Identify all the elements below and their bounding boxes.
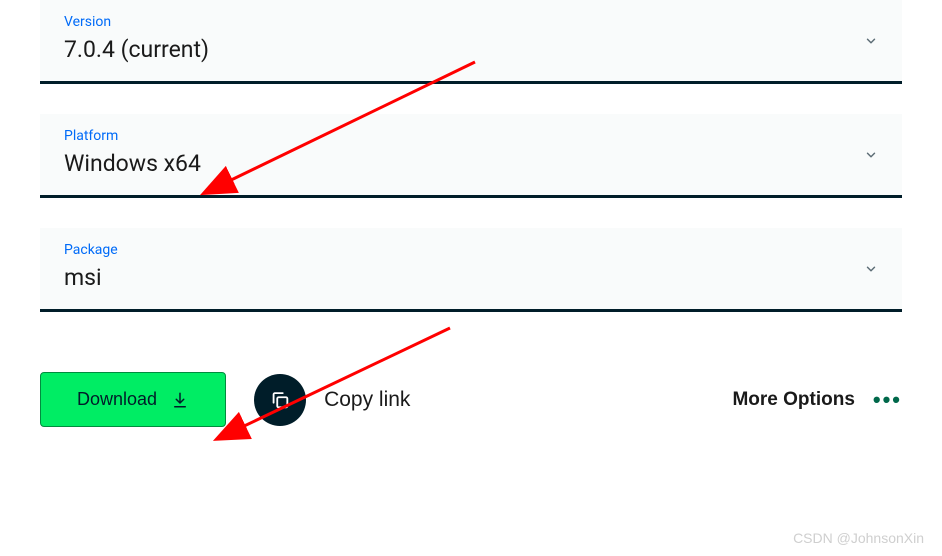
actions-row: Download Copy link More Options ••• (40, 342, 902, 427)
download-button[interactable]: Download (40, 372, 226, 427)
platform-value: Windows x64 (64, 150, 878, 177)
chevron-down-icon (864, 262, 878, 276)
version-dropdown[interactable]: Version 7.0.4 (current) (40, 0, 902, 84)
chevron-down-icon (864, 148, 878, 162)
copy-link-button[interactable]: Copy link (254, 374, 410, 426)
download-button-label: Download (77, 389, 157, 410)
package-label: Package (64, 242, 878, 258)
copy-icon (254, 374, 306, 426)
chevron-down-icon (864, 34, 878, 48)
copy-link-label: Copy link (324, 388, 410, 412)
platform-label: Platform (64, 128, 878, 144)
platform-dropdown[interactable]: Platform Windows x64 (40, 114, 902, 198)
more-options-label: More Options (732, 389, 854, 411)
more-options-button[interactable]: More Options ••• (732, 387, 902, 413)
version-value: 7.0.4 (current) (64, 36, 878, 63)
package-value: msi (64, 264, 878, 291)
download-icon (171, 391, 189, 409)
version-label: Version (64, 14, 878, 30)
package-dropdown[interactable]: Package msi (40, 228, 902, 312)
more-dots-icon: ••• (873, 387, 902, 413)
watermark: CSDN @JohnsonXin (793, 530, 924, 546)
